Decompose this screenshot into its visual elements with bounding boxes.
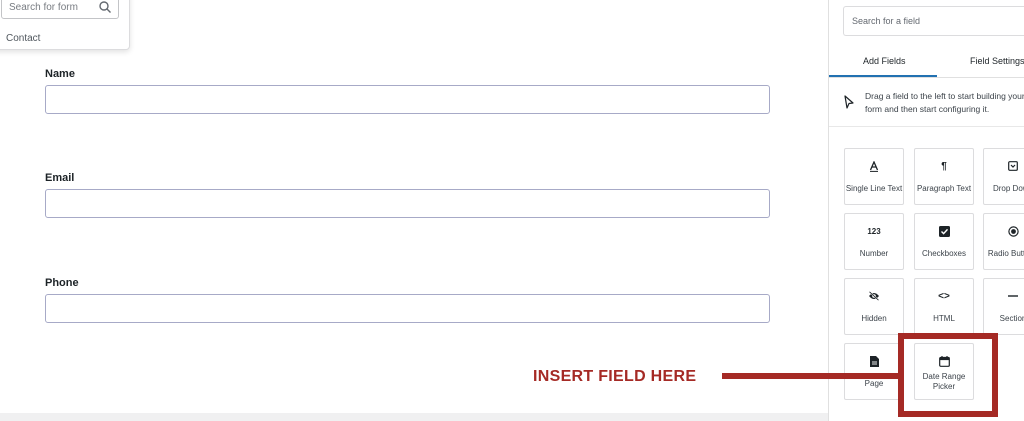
form-canvas: Search for form Contact Name Email Phone <box>0 0 828 421</box>
code-icon: <> <box>938 290 950 302</box>
dropdown-icon <box>984 160 1024 172</box>
field-tile-drop-down[interactable]: Drop Down <box>983 148 1024 205</box>
drag-hint-text: Drag a field to the left to start buildi… <box>865 91 1024 114</box>
field-tile-label: Radio Buttons <box>987 249 1024 258</box>
field-tile-label: Single Line Text <box>845 184 903 193</box>
name-input[interactable] <box>45 85 770 114</box>
cursor-icon <box>844 95 854 109</box>
form-selector-dropdown: Search for form Contact <box>0 0 130 50</box>
field-tile-label: Checkboxes <box>921 249 967 258</box>
eye-slash-icon <box>845 290 903 302</box>
field-tile-radio-buttons[interactable]: Radio Buttons <box>983 213 1024 270</box>
phone-field-label: Phone <box>45 277 79 289</box>
field-tile-label: HTML <box>933 314 955 323</box>
field-tile-html[interactable]: <> HTML <box>914 278 974 335</box>
field-tile-label: Paragraph Text <box>916 184 972 193</box>
field-tile-paragraph-text[interactable]: ¶ Paragraph Text <box>914 148 974 205</box>
form-list-item-contact[interactable]: Contact <box>6 33 40 44</box>
radio-icon <box>984 225 1024 237</box>
form-search-placeholder: Search for form <box>9 2 78 13</box>
name-field-label: Name <box>45 68 75 80</box>
active-tab-indicator <box>829 75 937 77</box>
form-search-input[interactable]: Search for form <box>1 0 119 19</box>
checkbox-icon <box>915 225 973 237</box>
email-field-label: Email <box>45 172 75 184</box>
field-tile-section[interactable]: Section <box>983 278 1024 335</box>
field-tile-label: Number <box>859 249 889 258</box>
tab-field-settings[interactable]: Field Settings <box>970 56 1024 66</box>
sidebar-tabs: Add Fields Field Settings <box>829 46 1024 78</box>
tab-add-fields[interactable]: Add Fields <box>863 56 906 66</box>
phone-input[interactable] <box>45 294 770 323</box>
number-icon: 123 <box>867 226 881 236</box>
field-search-input[interactable]: Search for a field <box>843 6 1024 36</box>
field-tile-label: Hidden <box>861 314 887 323</box>
field-tile-hidden[interactable]: Hidden <box>844 278 904 335</box>
field-tile-label: Page <box>864 379 884 388</box>
email-input[interactable] <box>45 189 770 218</box>
field-tile-checkboxes[interactable]: Checkboxes <box>914 213 974 270</box>
annotation-line <box>722 373 898 379</box>
search-icon[interactable] <box>98 0 112 14</box>
section-icon <box>984 290 1024 302</box>
field-tile-page[interactable]: Page <box>844 343 904 400</box>
paragraph-icon: ¶ <box>941 160 947 172</box>
field-tile-label: Drop Down <box>992 184 1024 193</box>
field-tile-label: Section <box>999 314 1024 323</box>
field-tile-number[interactable]: 123 Number <box>844 213 904 270</box>
field-tile-single-line-text[interactable]: Single Line Text <box>844 148 904 205</box>
text-icon <box>845 160 903 172</box>
field-search-placeholder: Search for a field <box>852 16 921 26</box>
annotation-highlight-box <box>898 333 998 417</box>
divider <box>829 126 1024 127</box>
page-icon <box>845 355 903 367</box>
insert-field-annotation: INSERT FIELD HERE <box>533 368 697 385</box>
